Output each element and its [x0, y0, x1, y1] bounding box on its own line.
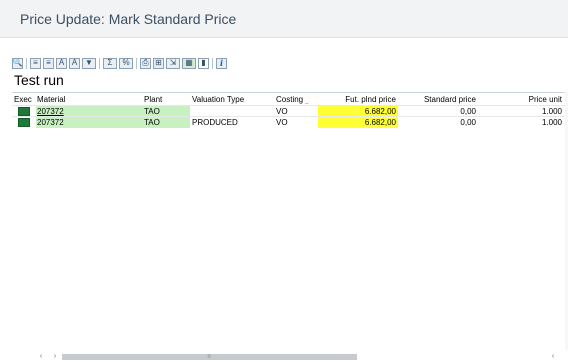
- print-preview-icon[interactable]: ⊞: [153, 57, 164, 69]
- column-header-costing-label: Costing: [276, 95, 304, 104]
- total-icon[interactable]: Σ: [103, 57, 117, 69]
- column-header-fut-plnd-price[interactable]: Fut. plnd price: [318, 94, 398, 105]
- price-update-window: Price Update: Mark Standard Price 🔍 ≡ ≡ …: [0, 0, 568, 362]
- filter-icon[interactable]: ▼: [82, 57, 96, 69]
- layout-icon[interactable]: ▦: [182, 57, 196, 69]
- toolbar-separator: [26, 57, 27, 69]
- fut-plnd-price-cell: 6.682,00: [318, 117, 398, 128]
- sort-indicator-icon: _: [305, 98, 309, 104]
- column-header-standard-price[interactable]: Standard price: [398, 94, 478, 105]
- costing-cell: VO: [276, 118, 288, 127]
- sort-descending-icon[interactable]: ≡: [43, 57, 54, 69]
- exec-indicator-icon[interactable]: [18, 118, 30, 127]
- sort-ascending-icon[interactable]: ≡: [30, 57, 41, 69]
- scrollbar-thumb[interactable]: ≡: [62, 354, 357, 360]
- export-icon[interactable]: ⇲: [166, 57, 180, 69]
- table-row[interactable]: 207372 TAO VO 6.682,00 0,00 1.000: [12, 105, 568, 117]
- column-header-plant[interactable]: Plant: [144, 94, 190, 105]
- price-unit-cell: 1.000: [541, 118, 562, 127]
- column-header-costing[interactable]: Costing _: [276, 94, 316, 105]
- alv-toolbar: 🔍 ≡ ≡ A A ▼ Σ % ⎙ ⊞ ⇲ ▦ ▮ i: [12, 56, 229, 70]
- title-bar: Price Update: Mark Standard Price: [0, 0, 568, 38]
- details-icon[interactable]: 🔍: [12, 57, 23, 69]
- grid-header-row: Exec Material Plant Valuation Type Costi…: [12, 94, 568, 105]
- material-link[interactable]: 207372: [37, 107, 64, 116]
- plant-cell: TAO: [144, 117, 190, 128]
- exec-cell[interactable]: [14, 117, 36, 128]
- standard-price-cell: 0,00: [460, 118, 476, 127]
- grip-icon: ≡: [207, 354, 211, 360]
- subtotal-icon[interactable]: %: [119, 57, 133, 69]
- toolbar-separator: [99, 57, 100, 69]
- valuation-type-cell: PRODUCED: [192, 118, 238, 127]
- column-header-price-unit[interactable]: Price unit: [492, 94, 564, 105]
- run-title: Test run: [14, 72, 64, 88]
- material-cell[interactable]: 207372: [36, 117, 144, 128]
- info-icon[interactable]: i: [216, 57, 227, 69]
- find-next-icon[interactable]: A: [69, 57, 80, 69]
- column-header-valuation-type[interactable]: Valuation Type: [192, 94, 274, 105]
- page-title: Price Update: Mark Standard Price: [20, 11, 237, 27]
- exec-indicator-icon[interactable]: [18, 107, 30, 116]
- horizontal-scrollbar[interactable]: ‹ › ≡ ‹: [12, 352, 568, 362]
- toolbar-separator: [136, 57, 137, 69]
- find-icon[interactable]: A: [56, 57, 67, 69]
- table-row[interactable]: 207372 TAO PRODUCED VO 6.682,00 0,00 1.0…: [12, 116, 568, 128]
- scroll-left-icon[interactable]: ‹: [36, 352, 46, 362]
- scroll-end-icon[interactable]: ‹: [548, 352, 558, 362]
- scroll-right-icon[interactable]: ›: [50, 352, 60, 362]
- material-value[interactable]: 207372: [37, 118, 64, 127]
- column-header-material[interactable]: Material: [37, 94, 137, 105]
- chart-icon[interactable]: ▮: [198, 57, 209, 69]
- toolbar-separator: [212, 57, 213, 69]
- application-toolbar: [12, 38, 568, 56]
- print-icon[interactable]: ⎙: [140, 57, 151, 69]
- column-header-exec[interactable]: Exec: [14, 94, 36, 105]
- alv-grid: Exec Material Plant Valuation Type Costi…: [12, 92, 568, 350]
